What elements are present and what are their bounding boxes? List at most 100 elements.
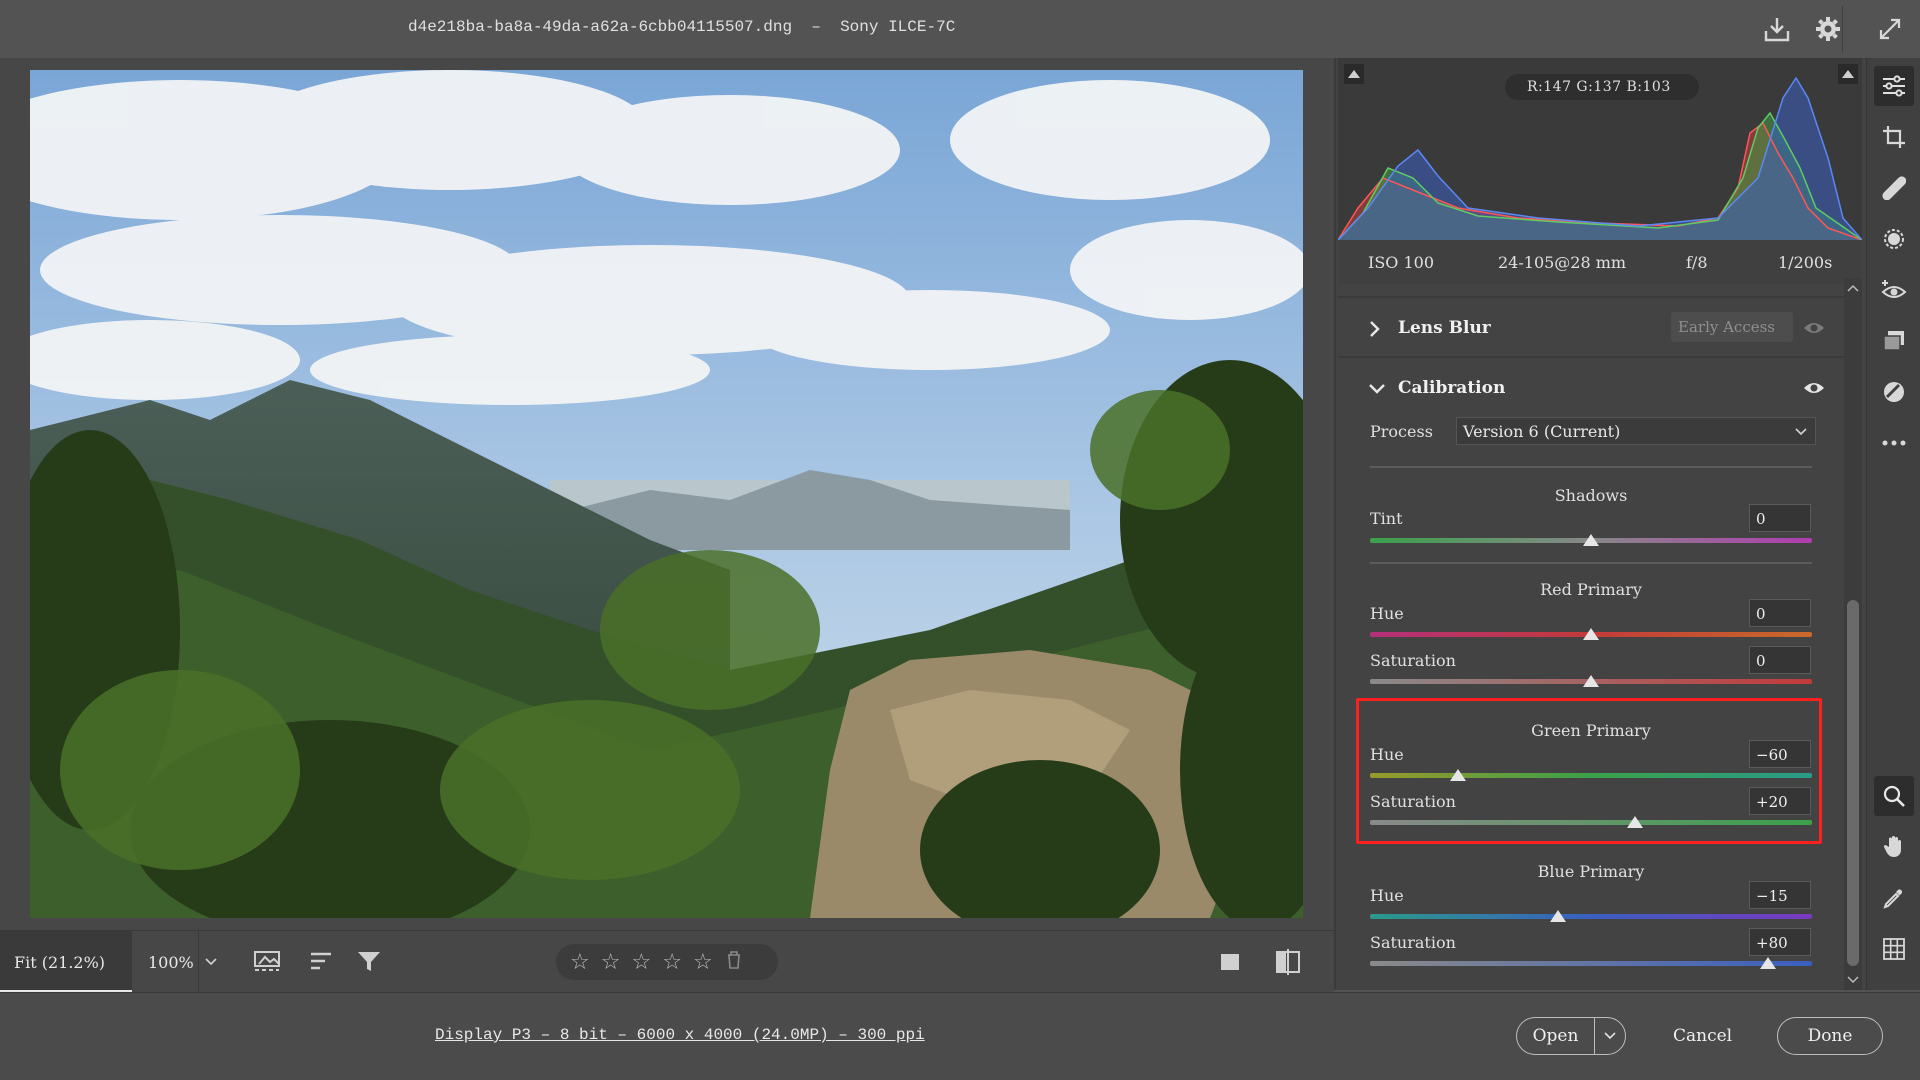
rgb-readout: R:147 G:137 B:103 xyxy=(1505,74,1699,100)
green-hue-slider[interactable] xyxy=(1370,773,1812,778)
panel-sections: Lens Blur Early Access Calibration Proce… xyxy=(1338,296,1844,990)
healing-bandage-icon[interactable] xyxy=(1874,168,1914,208)
chevron-right-icon[interactable] xyxy=(1368,320,1382,343)
workflow-options-link[interactable]: Display P3 – 8 bit – 6000 x 4000 (24.0MP… xyxy=(435,1026,925,1044)
title-bar: d4e218ba-ba8a-49da-a62a-6cbb04115507.dng… xyxy=(0,0,1920,58)
exif-shutter: 1/200s xyxy=(1778,253,1833,272)
green-saturation-thumb[interactable] xyxy=(1627,816,1644,828)
photo-preview[interactable] xyxy=(30,70,1303,918)
calibration-eye-icon[interactable] xyxy=(1803,380,1825,396)
blue-hue-input[interactable]: −15 xyxy=(1749,881,1811,909)
highlight-clipping-icon[interactable] xyxy=(1838,64,1858,84)
shadows-heading: Shadows xyxy=(1554,486,1628,505)
edit-panel: R:147 G:137 B:103 ISO 100 24-105@28 mm f… xyxy=(1334,58,1866,990)
dropdown-chevron-icon xyxy=(1795,428,1807,436)
cancel-button[interactable]: Cancel xyxy=(1673,1026,1732,1046)
filter-icon[interactable] xyxy=(352,945,388,979)
green-hue-label: Hue xyxy=(1370,745,1404,764)
trash-icon[interactable] xyxy=(726,950,742,974)
green-hue-thumb[interactable] xyxy=(1450,769,1467,781)
lens-blur-eye-icon[interactable] xyxy=(1803,320,1825,336)
blue-saturation-thumb[interactable] xyxy=(1759,957,1776,969)
blue-saturation-input[interactable]: +80 xyxy=(1749,928,1811,956)
zoom-dropdown-icon[interactable] xyxy=(198,931,222,993)
exif-info: ISO 100 24-105@28 mm f/8 1/200s xyxy=(1338,240,1862,284)
blue-primary-heading: Blue Primary xyxy=(1537,862,1645,881)
blue-saturation-label: Saturation xyxy=(1370,933,1456,952)
crop-icon[interactable] xyxy=(1874,117,1914,157)
presets-icon[interactable] xyxy=(1874,321,1914,361)
exif-lens: 24-105@28 mm xyxy=(1498,253,1627,272)
scrollbar-thumb[interactable] xyxy=(1847,600,1859,966)
edit-sliders-icon[interactable] xyxy=(1874,66,1914,106)
done-button[interactable]: Done xyxy=(1777,1017,1883,1055)
scroll-up-icon[interactable] xyxy=(1847,284,1859,292)
title-separator xyxy=(1842,6,1843,52)
blue-saturation-slider[interactable] xyxy=(1370,961,1812,966)
histogram: R:147 G:137 B:103 xyxy=(1338,58,1862,240)
zoom-fit-button[interactable]: Fit (21.2%) xyxy=(0,931,132,993)
red-hue-input[interactable]: 0 xyxy=(1749,599,1811,627)
hand-pan-icon[interactable] xyxy=(1874,827,1914,867)
chevron-down-icon xyxy=(1604,1032,1616,1040)
section-lens-blur[interactable]: Lens Blur Early Access xyxy=(1338,296,1844,356)
red-hue-label: Hue xyxy=(1370,604,1404,623)
fullscreen-expand-icon[interactable] xyxy=(1873,12,1907,46)
star-2-icon[interactable]: ☆ xyxy=(601,950,621,975)
green-saturation-label: Saturation xyxy=(1370,792,1456,811)
exif-aperture: f/8 xyxy=(1686,253,1708,272)
settings-gear-icon[interactable] xyxy=(1811,12,1845,46)
star-4-icon[interactable]: ☆ xyxy=(662,950,682,975)
zoom-100-button[interactable]: 100% xyxy=(134,931,198,993)
process-version-value: Version 6 (Current) xyxy=(1463,422,1621,441)
filmstrip-icon[interactable] xyxy=(250,945,286,979)
green-saturation-input[interactable]: +20 xyxy=(1749,787,1811,815)
open-button[interactable]: Open xyxy=(1516,1017,1594,1055)
masking-icon[interactable] xyxy=(1874,219,1914,259)
chevron-down-icon[interactable] xyxy=(1368,380,1386,401)
shadow-clipping-icon[interactable] xyxy=(1344,64,1364,84)
star-rating[interactable]: ☆ ☆ ☆ ☆ ☆ xyxy=(556,944,778,980)
lens-blur-title: Lens Blur xyxy=(1398,318,1491,338)
red-saturation-input[interactable]: 0 xyxy=(1749,646,1811,674)
grid-overlay-icon[interactable] xyxy=(1874,929,1914,969)
section-calibration[interactable]: Calibration xyxy=(1338,356,1844,416)
panel-scrollbar[interactable] xyxy=(1844,278,1862,990)
open-dropdown-button[interactable] xyxy=(1594,1017,1626,1055)
shadows-tint-thumb[interactable] xyxy=(1583,534,1599,546)
canvas-bottom-toolbar: Fit (21.2%) 100% ☆ ☆ ☆ ☆ ☆ xyxy=(0,930,1334,993)
white-balance-eyedropper-icon[interactable] xyxy=(1874,878,1914,918)
early-access-badge: Early Access xyxy=(1671,312,1793,342)
green-saturation-slider[interactable] xyxy=(1370,820,1812,825)
red-primary-heading: Red Primary xyxy=(1540,580,1642,599)
star-5-icon[interactable]: ☆ xyxy=(693,950,713,975)
more-options-icon[interactable] xyxy=(1874,423,1914,463)
blue-hue-slider[interactable] xyxy=(1370,914,1812,919)
process-label: Process xyxy=(1370,422,1433,441)
shadows-tint-label: Tint xyxy=(1370,509,1403,528)
star-3-icon[interactable]: ☆ xyxy=(631,950,651,975)
red-hue-thumb[interactable] xyxy=(1583,628,1599,640)
tool-strip xyxy=(1866,58,1920,990)
zoom-magnifier-icon[interactable] xyxy=(1874,776,1914,816)
save-download-icon[interactable] xyxy=(1760,12,1794,46)
divider xyxy=(1370,562,1812,564)
shadows-tint-input[interactable]: 0 xyxy=(1749,504,1811,532)
sort-icon[interactable] xyxy=(304,945,340,979)
dialog-footer: Display P3 – 8 bit – 6000 x 4000 (24.0MP… xyxy=(0,992,1920,1080)
red-saturation-label: Saturation xyxy=(1370,651,1456,670)
before-after-icon[interactable] xyxy=(1270,945,1306,979)
process-version-select[interactable]: Version 6 (Current) xyxy=(1456,417,1816,445)
exif-iso: ISO 100 xyxy=(1368,253,1435,272)
calibration-body: Process Version 6 (Current) Shadows Tint… xyxy=(1338,416,1844,990)
green-hue-input[interactable]: −60 xyxy=(1749,740,1811,768)
calibration-title: Calibration xyxy=(1398,378,1506,398)
red-saturation-thumb[interactable] xyxy=(1583,675,1599,687)
single-view-icon[interactable] xyxy=(1213,945,1249,979)
snapshots-icon[interactable] xyxy=(1874,372,1914,412)
red-eye-icon[interactable] xyxy=(1874,270,1914,310)
window-title: d4e218ba-ba8a-49da-a62a-6cbb04115507.dng… xyxy=(408,18,956,36)
blue-hue-thumb[interactable] xyxy=(1549,910,1566,922)
star-1-icon[interactable]: ☆ xyxy=(570,950,590,975)
scroll-down-icon[interactable] xyxy=(1847,976,1859,984)
